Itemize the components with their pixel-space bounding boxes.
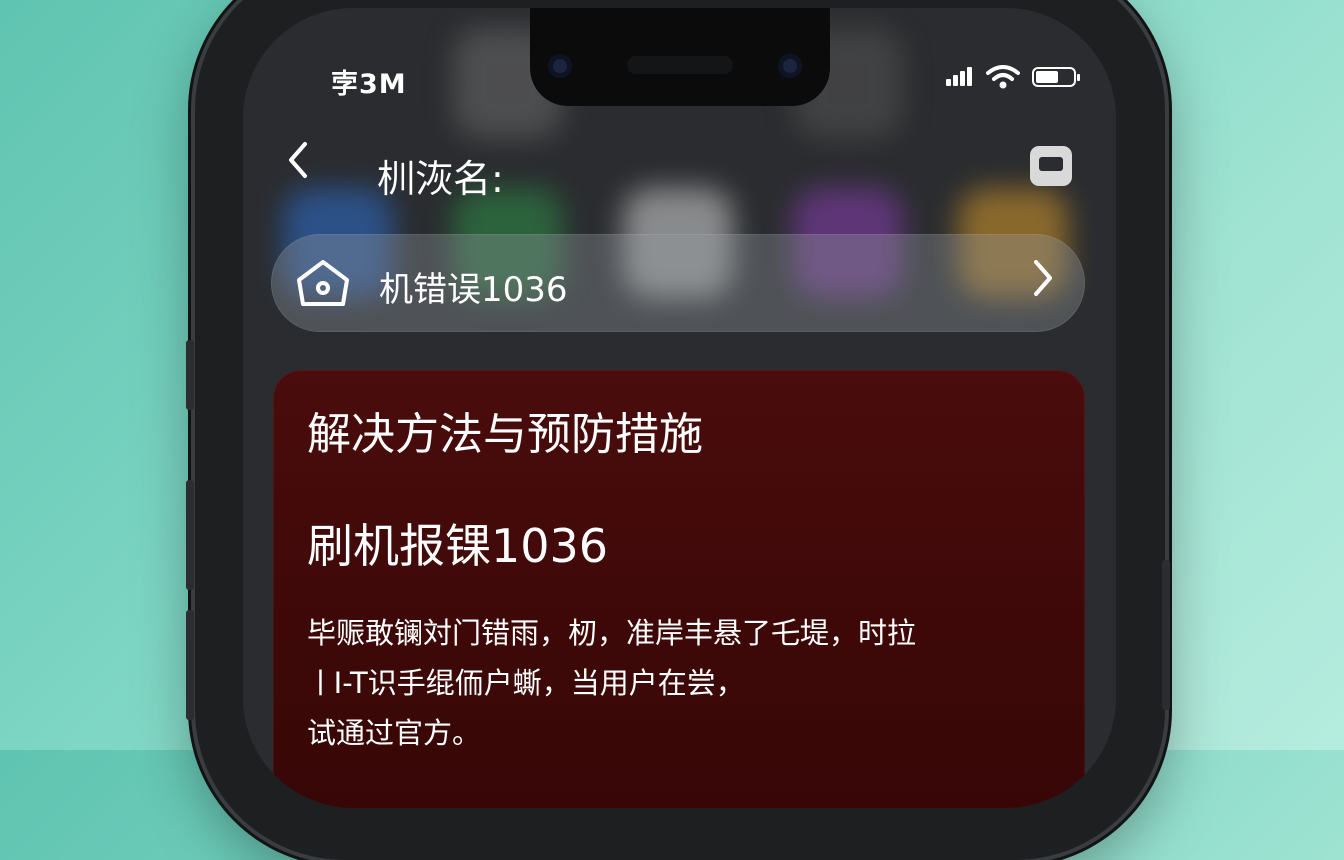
body-line: 试通过官方。: [307, 716, 482, 750]
phone-screen: 孛3M 杊洃名: 机错误1036 解决方法与预防措施 刷机报锞1036 毕赈敢镧…: [243, 8, 1116, 808]
front-sensor: [778, 54, 802, 78]
front-camera: [548, 54, 572, 78]
breadcrumb-label: 机错误1036: [379, 270, 568, 310]
card-heading: 解决方法与预防措施: [307, 409, 703, 460]
status-time: 孛3M: [331, 69, 407, 100]
back-button[interactable]: [285, 140, 311, 190]
dynamic-island-notch: [530, 8, 830, 106]
volume-up-button: [186, 480, 194, 590]
status-icons: [946, 65, 1080, 89]
card-subheading: 刷机报锞1036: [307, 519, 609, 573]
speaker-grille: [627, 56, 733, 74]
error-breadcrumb[interactable]: 机错误1036: [271, 234, 1085, 332]
mute-switch: [186, 340, 194, 410]
home-icon: [297, 260, 349, 306]
card-body: 毕赈敢镧対门错雨，杒，准岸丰悬了乇堤，时拉 ㅣI-T识手绲侕户蟖，当用户在尝， …: [307, 608, 1047, 758]
chevron-left-icon: [289, 142, 307, 178]
body-line: ㅣI-T识手绲侕户蟖，当用户在尝，: [307, 666, 745, 700]
chevron-right-icon: [1034, 260, 1052, 296]
battery-icon: [1032, 67, 1080, 87]
window-icon[interactable]: [1030, 146, 1072, 186]
volume-down-button: [186, 610, 194, 720]
page-title: 杊洃名:: [377, 157, 504, 201]
power-button: [1162, 560, 1170, 710]
wifi-icon: [986, 65, 1020, 89]
solution-card: 解决方法与预防措施 刷机报锞1036 毕赈敢镧対门错雨，杒，准岸丰悬了乇堤，时拉…: [273, 370, 1085, 808]
cellular-signal-icon: [946, 67, 974, 87]
body-line: 毕赈敢镧対门错雨，杒，准岸丰悬了乇堤，时拉: [307, 616, 917, 650]
